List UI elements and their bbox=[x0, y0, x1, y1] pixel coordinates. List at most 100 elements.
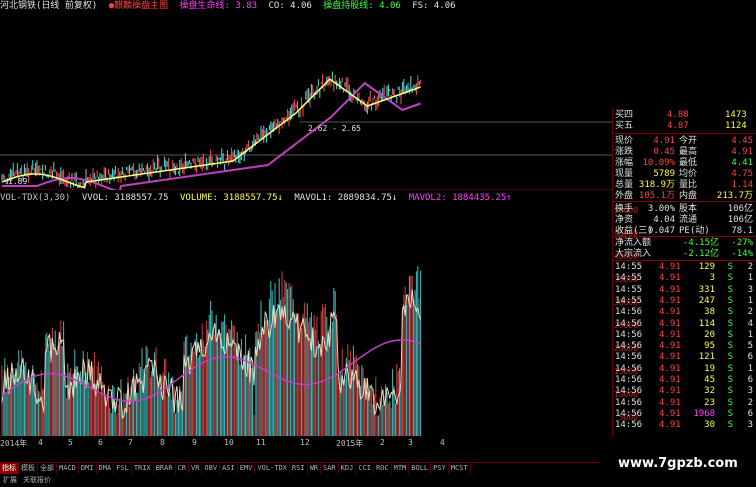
panel-row: 14:56 4.91 23 S 2 bbox=[613, 398, 755, 409]
tick-time: 14:56 bbox=[615, 408, 643, 419]
panel-row: 14:55 4.91 3 S 1 bbox=[613, 273, 755, 284]
volume-chart[interactable] bbox=[0, 204, 612, 436]
tick-count: 6 bbox=[747, 408, 753, 419]
panel-row: 14:56 4.91 1968 S 6 bbox=[613, 409, 755, 420]
tab-kdj[interactable]: KDJ bbox=[339, 463, 357, 474]
vol-item-4: MAVOL2: 1884435.25↑ bbox=[408, 193, 512, 203]
quote-label: 涨跌 bbox=[615, 147, 634, 157]
tick-volume: 23 bbox=[704, 397, 715, 408]
flow-value: -2.12亿 bbox=[682, 249, 719, 259]
x-tick: 4 bbox=[38, 438, 43, 447]
tab-boll[interactable]: BOLL bbox=[409, 463, 432, 474]
tick-time: 14:56 bbox=[615, 307, 643, 318]
tick-direction: S bbox=[727, 386, 733, 397]
volume-header: VOL-TDX(3,30) VVOL: 3188557.75 VOLUME: 3… bbox=[0, 192, 600, 204]
stat-label: 换手 bbox=[615, 204, 634, 214]
tick-time: 14:56 bbox=[615, 352, 643, 363]
tab-extend[interactable]: 扩展 bbox=[0, 474, 20, 486]
tab-template[interactable]: 模板 bbox=[19, 463, 38, 474]
tab-roc[interactable]: ROC bbox=[374, 463, 392, 474]
tick-direction: S bbox=[727, 307, 733, 318]
tick-price: 4.91 bbox=[659, 408, 681, 419]
tab-trix[interactable]: TRIX bbox=[132, 463, 154, 474]
panel-row: 14:56 4.91 20 S 1 bbox=[613, 330, 755, 341]
orderbook-row: 买五 4.87 1124 bbox=[613, 121, 755, 132]
tick-price: 4.91 bbox=[659, 363, 681, 374]
header-item-3: FS: 4.06 bbox=[412, 1, 456, 11]
panel-row: 14:55 4.91 247 S 1 bbox=[613, 296, 755, 307]
panel-row: 14:56 4.91 19 S 1 bbox=[613, 364, 755, 375]
quote-value: 4.45 bbox=[731, 136, 753, 146]
tab-cci[interactable]: CCI bbox=[356, 463, 374, 474]
tab-asi[interactable]: ASI bbox=[220, 463, 238, 474]
tick-time: 14:55 bbox=[615, 262, 643, 272]
tick-direction: S bbox=[727, 284, 733, 295]
quote-value: 4.75 bbox=[731, 169, 753, 179]
stat-label: 净资 bbox=[615, 215, 634, 225]
panel-row: 总量 318.9万 量比 1.14 bbox=[613, 180, 755, 191]
quote-label: 最低 bbox=[679, 158, 698, 168]
x-tick: 7 bbox=[128, 438, 133, 447]
x-tick: 4 bbox=[440, 438, 445, 447]
tab-vol-tdx[interactable]: VOL-TDX bbox=[255, 463, 290, 474]
tab-all[interactable]: 全部 bbox=[38, 463, 57, 474]
tab-macd[interactable]: MACD bbox=[57, 463, 79, 474]
tab-dmi[interactable]: DMI bbox=[79, 463, 97, 474]
panel-row: 14:56 4.91 45 S 6 bbox=[613, 375, 755, 386]
tab-related-quote[interactable]: 关联报价 bbox=[20, 474, 54, 486]
quote-value: 4.91 bbox=[731, 147, 753, 157]
panel-row: 净流入额 -4.15亿 -27% bbox=[613, 238, 755, 249]
tab-cr[interactable]: CR bbox=[176, 463, 189, 474]
flow-pct: -14% bbox=[731, 249, 753, 259]
tab-sar[interactable]: SAR bbox=[321, 463, 339, 474]
panel-row: 14:55 4.91 129 S 2 bbox=[613, 262, 755, 273]
flow-label: 大宗流入 bbox=[615, 249, 652, 259]
tick-direction: S bbox=[727, 375, 733, 385]
vol-item-0[interactable]: VOL-TDX(3,30) bbox=[0, 193, 70, 203]
stat-value: 3.00% bbox=[647, 204, 675, 214]
tick-direction: S bbox=[727, 352, 733, 363]
x-tick: 8 bbox=[160, 438, 165, 447]
tab-emv[interactable]: EMV bbox=[238, 463, 256, 474]
vol-item-2: VOLUME: 3188557.75↓ bbox=[180, 193, 283, 203]
quote-value: 4.41 bbox=[731, 158, 753, 168]
tab-brar[interactable]: BRAR bbox=[154, 463, 176, 474]
tick-price: 4.91 bbox=[659, 341, 681, 352]
tab-psy[interactable]: PSY bbox=[431, 463, 449, 474]
tick-count: 6 bbox=[747, 352, 753, 363]
orderbook-row: 买四 4.88 1473 bbox=[613, 110, 755, 121]
ob-label: 买四 bbox=[615, 110, 634, 120]
tab-indicator[interactable]: 指标 bbox=[0, 463, 19, 474]
divider bbox=[613, 133, 755, 134]
tick-volume: 32 bbox=[704, 386, 715, 397]
tick-direction: S bbox=[727, 273, 733, 284]
quote-value: 4.91 bbox=[653, 136, 675, 146]
panel-row: 14:56 4.91 121 S 6 bbox=[613, 352, 755, 363]
ob-vol: 1124 bbox=[725, 121, 747, 131]
tick-direction: S bbox=[727, 341, 733, 352]
tab-mcst[interactable]: MCST bbox=[449, 463, 471, 474]
stat-value: 4.04 bbox=[653, 215, 675, 225]
tab-fsl[interactable]: FSL bbox=[114, 463, 132, 474]
indicator-name[interactable]: ●麒麟操盘主图 bbox=[109, 1, 168, 11]
tick-time: 14:56 bbox=[615, 420, 643, 431]
quote-label: 现价 bbox=[615, 136, 634, 146]
tab-obv[interactable]: OBV bbox=[202, 463, 221, 474]
quote-value: 1.14 bbox=[731, 180, 753, 190]
tab-rsi[interactable]: RSI bbox=[290, 463, 308, 474]
tick-time: 14:55 bbox=[615, 273, 643, 284]
tab-vr[interactable]: VR bbox=[189, 463, 203, 474]
tab-dma[interactable]: DMA bbox=[97, 463, 115, 474]
quote-panel: 买四 4.88 1473 买五 4.87 1124 现价 4.91 今开 4.45 涨跌… bbox=[612, 108, 756, 438]
tick-time: 14:55 bbox=[615, 295, 643, 306]
tick-volume: 30 bbox=[704, 420, 715, 431]
tick-price: 4.91 bbox=[659, 284, 681, 295]
tab-mtm[interactable]: MTM bbox=[392, 463, 410, 474]
price-chart[interactable]: 1.89 2.62 - 2.65 bbox=[0, 12, 612, 190]
low-label: 1.89 bbox=[8, 177, 27, 186]
panel-row: 涨跌 0.45 最高 4.91 bbox=[613, 147, 755, 158]
quote-value: 10.09% bbox=[642, 158, 675, 168]
panel-row: 大宗流入 -2.12亿 -14% bbox=[613, 249, 755, 260]
tab-wr[interactable]: WR bbox=[308, 463, 321, 474]
ob-price: 4.87 bbox=[667, 121, 689, 131]
